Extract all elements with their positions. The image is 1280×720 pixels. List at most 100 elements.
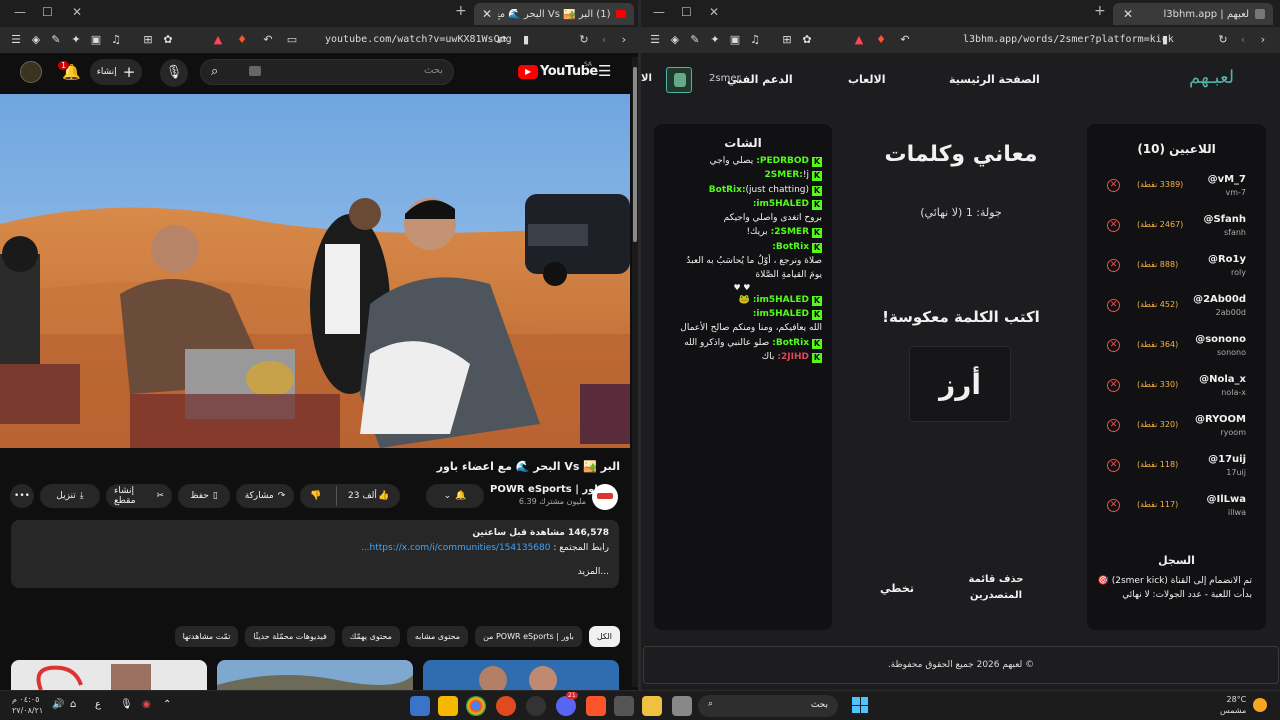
chip-all[interactable]: الكل <box>588 626 620 647</box>
nav-cut-item[interactable]: الا <box>641 73 652 84</box>
weather-widget[interactable]: 28°C مشمس <box>1220 694 1246 716</box>
menu-icon[interactable]: ☰ <box>649 34 661 46</box>
close-tab-icon[interactable]: ✕ <box>482 7 492 21</box>
speaker-icon[interactable]: 🔊 <box>52 699 64 710</box>
tab-youtube[interactable]: (1) البر 🏜️ Vs البحر 🌊 مع اعضا... ✕ <box>474 3 634 25</box>
tune-icon[interactable]: ⇄ <box>496 34 508 46</box>
remove-player-icon[interactable]: ✕ <box>1107 179 1120 192</box>
like-count[interactable]: 23 ألف <box>348 491 377 501</box>
dislike-icon[interactable]: 👎 <box>310 491 321 501</box>
shield-icon[interactable]: ◈ <box>669 34 681 46</box>
brave-shield-icon[interactable]: ♦ <box>236 34 248 46</box>
remove-player-icon[interactable]: ✕ <box>1107 419 1120 432</box>
channel-avatar[interactable] <box>592 484 618 510</box>
forward-icon[interactable]: › <box>1257 34 1269 46</box>
tab-l3bhm[interactable]: لعبهم | l3bhm.app ✕ <box>1113 3 1273 25</box>
task-view-icon[interactable] <box>672 696 692 716</box>
bookmark-icon[interactable]: ▮ <box>1159 34 1171 46</box>
site-logo[interactable]: لعبـهم <box>1189 67 1234 88</box>
chip-from-channel[interactable]: من POWR eSports | باور <box>475 626 582 647</box>
remove-player-icon[interactable]: ✕ <box>1107 299 1120 312</box>
minimize-button[interactable]: — <box>14 5 26 19</box>
app-fire-icon[interactable] <box>496 696 516 716</box>
app-r-icon[interactable] <box>438 696 458 716</box>
puzzle-icon[interactable]: ✿ <box>801 34 813 46</box>
chat-username[interactable]: BotRix: <box>709 185 746 195</box>
clock[interactable]: ٠٤:٠٥ م ٢٧/٠٨/٢١ <box>12 694 43 716</box>
avatar[interactable] <box>20 61 42 83</box>
chip-recent[interactable]: فيديوهات محمّلة حديثًا <box>245 626 335 647</box>
chip-similar[interactable]: محتوى مشابه <box>406 626 469 647</box>
chrome-icon[interactable] <box>466 696 486 716</box>
triangle-icon[interactable]: ▲ <box>212 34 224 46</box>
hamburger-icon[interactable]: ☰ <box>598 62 611 80</box>
close-window-button[interactable]: ✕ <box>72 5 82 19</box>
channel-name[interactable]: POWR eSports | باور <box>490 484 602 495</box>
chip-for-you[interactable]: محتوى يهمّك <box>341 626 400 647</box>
nav-games[interactable]: الالعاب <box>848 73 886 86</box>
sidebar-icon[interactable]: ▣ <box>729 34 741 46</box>
files-app-icon[interactable] <box>410 696 430 716</box>
maximize-button[interactable]: ☐ <box>681 5 692 19</box>
remove-player-icon[interactable]: ✕ <box>1107 499 1120 512</box>
community-link[interactable]: https://x.com/i/communities/154135680... <box>361 543 551 553</box>
network-icon[interactable]: ⌂ <box>70 699 76 710</box>
forward-icon[interactable]: › <box>618 34 630 46</box>
puzzle-icon[interactable]: ✿ <box>162 34 174 46</box>
scrollbar-thumb[interactable] <box>633 67 637 242</box>
chat-username[interactable]: 2JIHD: <box>777 352 809 362</box>
reload-icon[interactable]: ↻ <box>1217 34 1229 46</box>
chat-username[interactable]: im5HALED: <box>753 295 809 305</box>
mic-button[interactable]: 🎙 <box>160 59 188 87</box>
chip-watched[interactable]: تمّت مشاهدتها <box>174 626 239 647</box>
recommendation-thumbnail[interactable] <box>11 660 207 690</box>
discord-icon[interactable] <box>556 696 576 716</box>
close-window-button[interactable]: ✕ <box>709 5 719 19</box>
remove-player-icon[interactable]: ✕ <box>1107 459 1120 472</box>
share-button[interactable]: مشاركة ↷ <box>236 484 294 508</box>
recommendation-thumbnail[interactable] <box>423 660 619 690</box>
close-tab-icon[interactable]: ✕ <box>1123 7 1133 21</box>
bookmark-icon[interactable]: ▮ <box>520 34 532 46</box>
remove-player-icon[interactable]: ✕ <box>1107 219 1120 232</box>
music-icon[interactable]: ♫ <box>110 34 122 46</box>
description-box[interactable]: 146,578 مشاهدة قبل ساعتين رابط المجتمع :… <box>11 520 619 588</box>
screenshot-icon[interactable]: ⊞ <box>142 34 154 46</box>
shield-icon[interactable]: ◈ <box>30 34 42 46</box>
triangle-icon[interactable]: ▲ <box>853 34 865 46</box>
maximize-button[interactable]: ☐ <box>42 5 53 19</box>
clip-button[interactable]: إنشاء مقطع ✂ <box>106 484 172 508</box>
pin-icon[interactable]: ✦ <box>70 34 82 46</box>
minimize-button[interactable]: — <box>653 5 665 19</box>
menu-icon[interactable]: ☰ <box>10 34 22 46</box>
new-tab-button[interactable]: + <box>455 3 467 19</box>
chat-username[interactable]: im5HALED: <box>753 309 809 319</box>
remove-player-icon[interactable]: ✕ <box>1107 379 1120 392</box>
more-actions-button[interactable]: ••• <box>10 484 34 508</box>
new-tab-button[interactable]: + <box>1094 3 1106 19</box>
chat-username[interactable]: im5HALED: <box>753 199 809 209</box>
like-icon[interactable]: 👍 <box>378 491 389 501</box>
taskbar-search[interactable]: بحث ⌕ <box>698 695 838 717</box>
save-button[interactable]: حفظ ▯ <box>178 484 230 508</box>
chat-username[interactable]: 2SMER: <box>771 227 809 237</box>
chat-username[interactable]: PEDRBOD: <box>756 156 809 166</box>
back-arrow-icon[interactable]: ↶ <box>899 34 911 46</box>
more-link[interactable]: ...المزيد <box>21 567 609 577</box>
tv-icon[interactable]: ▭ <box>286 34 298 46</box>
music-icon[interactable]: ♫ <box>749 34 761 46</box>
video-player[interactable] <box>0 94 630 448</box>
chat-username[interactable]: BotRix: <box>772 242 809 252</box>
search-input[interactable]: ⌕ بحث <box>200 59 454 85</box>
chat-username[interactable]: 2SMER: <box>765 170 803 180</box>
record-tray-icon[interactable]: ◉ <box>142 699 151 710</box>
back-arrow-icon[interactable]: ↶ <box>262 34 274 46</box>
subscribe-button[interactable]: ⌄ 🔔 <box>426 484 484 508</box>
skip-button[interactable]: تخطي <box>877 582 917 595</box>
app-steam-icon[interactable] <box>526 696 546 716</box>
tray-chevron-icon[interactable]: ⌃ <box>163 699 171 710</box>
reload-icon[interactable]: ↻ <box>578 34 590 46</box>
screenshot-icon[interactable]: ⊞ <box>781 34 793 46</box>
extensions-icon[interactable]: ✎ <box>50 34 62 46</box>
remove-player-icon[interactable]: ✕ <box>1107 259 1120 272</box>
